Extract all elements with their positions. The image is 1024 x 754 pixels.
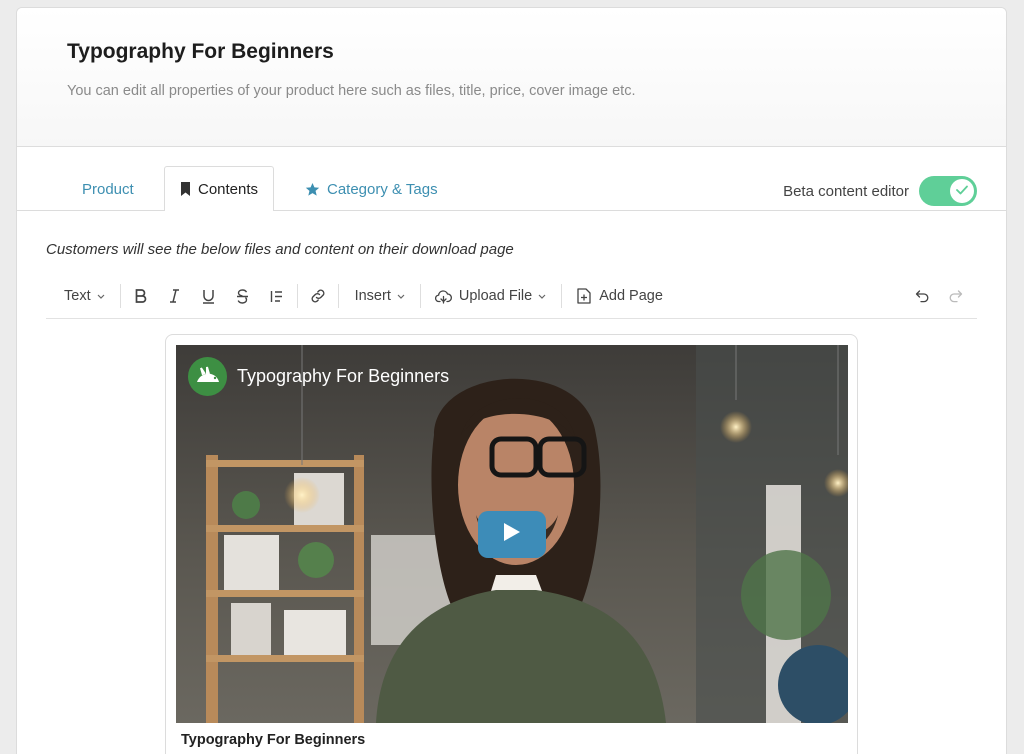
tab-category-tags-label: Category & Tags bbox=[327, 180, 438, 198]
list-button[interactable] bbox=[270, 290, 283, 303]
undo-icon bbox=[915, 289, 929, 303]
toolbar-divider bbox=[119, 284, 121, 308]
underline-icon bbox=[202, 289, 215, 304]
beta-editor-setting: Beta content editor bbox=[783, 176, 977, 206]
italic-icon bbox=[169, 289, 180, 303]
add-page-label: Add Page bbox=[599, 288, 663, 304]
underline-button[interactable] bbox=[202, 289, 215, 304]
tab-category-tags[interactable]: Category & Tags bbox=[305, 167, 438, 211]
list-icon bbox=[270, 290, 283, 303]
download-page-note: Customers will see the below files and c… bbox=[46, 241, 514, 258]
beta-editor-toggle[interactable] bbox=[919, 176, 977, 206]
text-style-dropdown[interactable]: Text bbox=[64, 288, 105, 304]
text-style-label: Text bbox=[64, 288, 91, 304]
video-embed-card[interactable]: Typography For Beginners Typography For … bbox=[165, 334, 858, 754]
italic-button[interactable] bbox=[169, 289, 180, 303]
chevron-down-icon bbox=[97, 294, 105, 299]
strikethrough-icon bbox=[236, 288, 249, 304]
link-button[interactable] bbox=[310, 288, 326, 304]
redo-button[interactable] bbox=[949, 289, 963, 303]
link-icon bbox=[310, 288, 326, 304]
play-icon bbox=[503, 522, 521, 547]
page-title: Typography For Beginners bbox=[67, 40, 334, 63]
editor-toolbar: Text Insert Upload File Add Page bbox=[46, 274, 977, 319]
toolbar-divider bbox=[419, 284, 421, 308]
bold-icon bbox=[135, 289, 147, 303]
toggle-knob bbox=[950, 179, 974, 203]
undo-button[interactable] bbox=[915, 289, 929, 303]
video-caption: Typography For Beginners bbox=[181, 732, 366, 748]
play-button[interactable] bbox=[478, 511, 546, 558]
toolbar-divider bbox=[561, 284, 563, 308]
tab-contents[interactable]: Contents bbox=[164, 166, 275, 211]
tab-contents-label: Contents bbox=[198, 180, 259, 198]
toolbar-divider bbox=[337, 284, 339, 308]
tab-bar: Product Contents Category & Tags Beta co… bbox=[17, 147, 1006, 211]
star-icon bbox=[305, 182, 320, 197]
insert-dropdown[interactable]: Insert bbox=[355, 288, 405, 304]
video-player[interactable]: Typography For Beginners bbox=[176, 345, 848, 723]
redo-icon bbox=[949, 289, 963, 303]
tab-product[interactable]: Product bbox=[82, 167, 134, 211]
channel-logo bbox=[188, 357, 227, 396]
video-title: Typography For Beginners bbox=[237, 366, 450, 386]
bookmark-icon bbox=[180, 182, 191, 196]
chevron-down-icon bbox=[538, 294, 546, 299]
chevron-down-icon bbox=[397, 294, 405, 299]
page-header: Typography For Beginners You can edit al… bbox=[17, 8, 1006, 147]
cloud-upload-icon bbox=[434, 289, 452, 304]
bold-button[interactable] bbox=[135, 289, 147, 303]
tab-product-label: Product bbox=[82, 180, 134, 198]
strikethrough-button[interactable] bbox=[236, 288, 249, 304]
add-page-button[interactable]: Add Page bbox=[577, 288, 663, 304]
check-icon bbox=[956, 182, 968, 200]
toolbar-divider bbox=[296, 284, 298, 308]
upload-file-label: Upload File bbox=[458, 288, 533, 304]
upload-file-dropdown[interactable]: Upload File bbox=[434, 288, 546, 304]
file-plus-icon bbox=[577, 288, 591, 304]
beta-editor-label: Beta content editor bbox=[783, 182, 909, 200]
page-subtitle: You can edit all properties of your prod… bbox=[67, 83, 636, 99]
insert-label: Insert bbox=[354, 288, 391, 304]
